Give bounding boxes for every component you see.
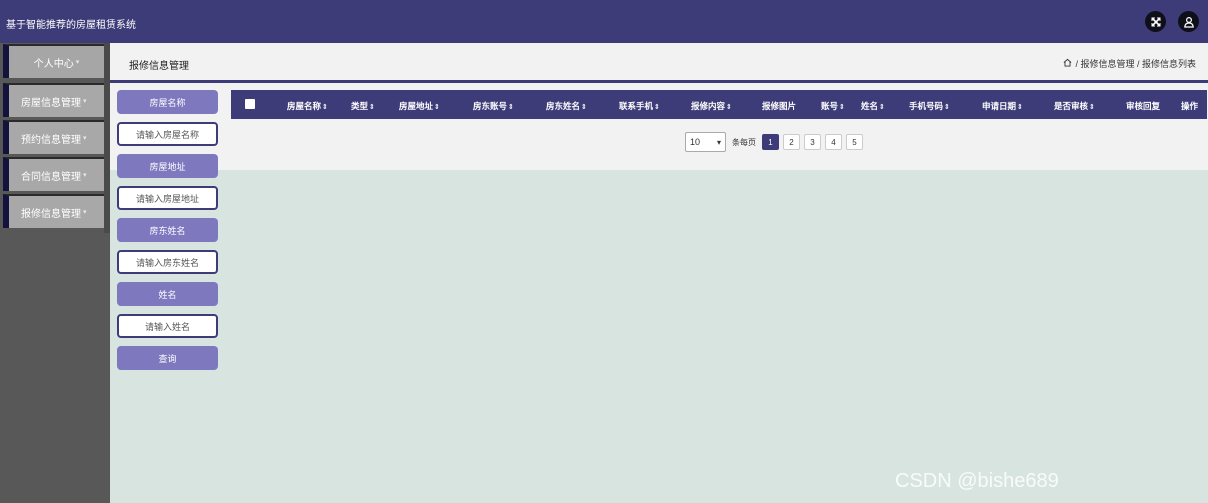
column-header[interactable]: 房东账号⇕ bbox=[473, 100, 514, 112]
sidebar-item-personal-center[interactable]: 个人中心 ▾ bbox=[3, 44, 104, 78]
chevron-down-icon: ▾ bbox=[83, 98, 87, 105]
landlord-name-label: 房东姓名 bbox=[117, 218, 218, 242]
home-icon[interactable] bbox=[1063, 58, 1072, 69]
breadcrumb: / 报修信息管理 / 报修信息列表 bbox=[1063, 57, 1196, 70]
column-header[interactable]: 联系手机⇕ bbox=[619, 100, 660, 112]
page-button-1[interactable]: 1 bbox=[762, 134, 779, 150]
chevron-down-icon: ▾ bbox=[83, 172, 87, 179]
sidebar-item-house-info[interactable]: 房屋信息管理 ▾ bbox=[3, 83, 104, 117]
breadcrumb-bar: 报修信息管理 / 报修信息管理 / 报修信息列表 bbox=[110, 43, 1208, 80]
sort-icon: ⇕ bbox=[322, 104, 328, 111]
sidebar-item-label: 预约信息管理 bbox=[21, 134, 81, 146]
house-address-input[interactable]: 请输入房屋地址 bbox=[117, 186, 218, 210]
page-button-4[interactable]: 4 bbox=[825, 134, 842, 150]
sidebar-item-booking-info[interactable]: 预约信息管理 ▾ bbox=[3, 120, 104, 154]
column-header[interactable]: 房屋名称⇕ bbox=[287, 100, 328, 112]
sort-icon: ⇕ bbox=[369, 104, 375, 111]
watermark: CSDN @bishe689 bbox=[895, 470, 1059, 492]
sort-icon: ⇕ bbox=[1017, 104, 1023, 111]
column-header: 报修图片 bbox=[762, 101, 797, 111]
sort-icon: ⇕ bbox=[434, 104, 440, 111]
sidebar-item-repair-info[interactable]: 报修信息管理 ▾ bbox=[3, 194, 104, 228]
page-button-2[interactable]: 2 bbox=[783, 134, 800, 150]
sort-icon: ⇕ bbox=[581, 104, 587, 111]
sidebar-item-label: 合同信息管理 bbox=[21, 171, 81, 183]
per-page-label: 条每页 bbox=[732, 137, 756, 147]
sort-icon: ⇕ bbox=[726, 104, 732, 111]
chevron-down-icon: ▾ bbox=[83, 135, 87, 142]
close-fullscreen-icon[interactable] bbox=[1145, 11, 1166, 32]
sort-icon: ⇕ bbox=[839, 104, 845, 111]
column-header[interactable]: 是否审核⇕ bbox=[1054, 100, 1095, 112]
column-header: 审核回复 bbox=[1126, 101, 1161, 111]
top-bar: 基于智能推荐的房屋租赁系统 bbox=[0, 0, 1208, 43]
house-name-input[interactable]: 请输入房屋名称 bbox=[117, 122, 218, 146]
pagination: 10 ▾ 条每页 1 2 3 4 5 bbox=[685, 132, 863, 152]
sidebar-item-label: 个人中心 bbox=[33, 58, 74, 70]
column-header[interactable]: 报修内容⇕ bbox=[691, 100, 732, 112]
column-header[interactable]: 账号⇕ bbox=[821, 100, 845, 112]
query-button[interactable]: 查询 bbox=[117, 346, 218, 370]
app-title: 基于智能推荐的房屋租赁系统 bbox=[6, 20, 136, 31]
column-header[interactable]: 手机号码⇕ bbox=[909, 100, 950, 112]
chevron-down-icon: ▾ bbox=[83, 209, 87, 216]
landlord-name-input[interactable]: 请输入房东姓名 bbox=[117, 250, 218, 274]
select-all-checkbox[interactable] bbox=[245, 99, 255, 109]
sidebar-item-label: 房屋信息管理 bbox=[21, 97, 81, 109]
sidebar-item-label: 报修信息管理 bbox=[21, 208, 81, 220]
breadcrumb-path: / 报修信息管理 / 报修信息列表 bbox=[1075, 59, 1196, 69]
sort-icon: ⇕ bbox=[944, 104, 950, 111]
column-header[interactable]: 房东姓名⇕ bbox=[546, 100, 587, 112]
sidebar-item-contract-info[interactable]: 合同信息管理 ▾ bbox=[3, 157, 104, 191]
page-button-5[interactable]: 5 bbox=[846, 134, 863, 150]
house-address-label: 房屋地址 bbox=[117, 154, 218, 178]
sort-icon: ⇕ bbox=[879, 104, 885, 111]
sort-icon: ⇕ bbox=[1089, 104, 1095, 111]
name-label: 姓名 bbox=[117, 282, 218, 306]
column-header: 操作 bbox=[1181, 101, 1199, 111]
sort-icon: ⇕ bbox=[508, 104, 514, 111]
column-header[interactable]: 类型⇕ bbox=[351, 100, 375, 112]
search-form: 房屋名称 请输入房屋名称 房屋地址 请输入房屋地址 房东姓名 请输入房东姓名 姓… bbox=[117, 90, 218, 370]
page-title: 报修信息管理 bbox=[129, 61, 189, 72]
column-header[interactable]: 房屋地址⇕ bbox=[399, 100, 440, 112]
column-header[interactable]: 申请日期⇕ bbox=[982, 100, 1023, 112]
sort-icon: ⇕ bbox=[654, 104, 660, 111]
page-button-3[interactable]: 3 bbox=[804, 134, 821, 150]
user-icon[interactable] bbox=[1178, 11, 1199, 32]
table-header: 房屋名称⇕ 类型⇕ 房屋地址⇕ 房东账号⇕ 房东姓名⇕ 联系手机⇕ 报修内容⇕ … bbox=[231, 90, 1207, 119]
chevron-down-icon: ▾ bbox=[75, 59, 80, 66]
page-size-select[interactable]: 10 ▾ bbox=[685, 132, 726, 152]
column-header[interactable]: 姓名⇕ bbox=[861, 100, 885, 112]
house-name-label: 房屋名称 bbox=[117, 90, 218, 114]
chevron-down-icon: ▾ bbox=[716, 137, 721, 147]
name-input[interactable]: 请输入姓名 bbox=[117, 314, 218, 338]
